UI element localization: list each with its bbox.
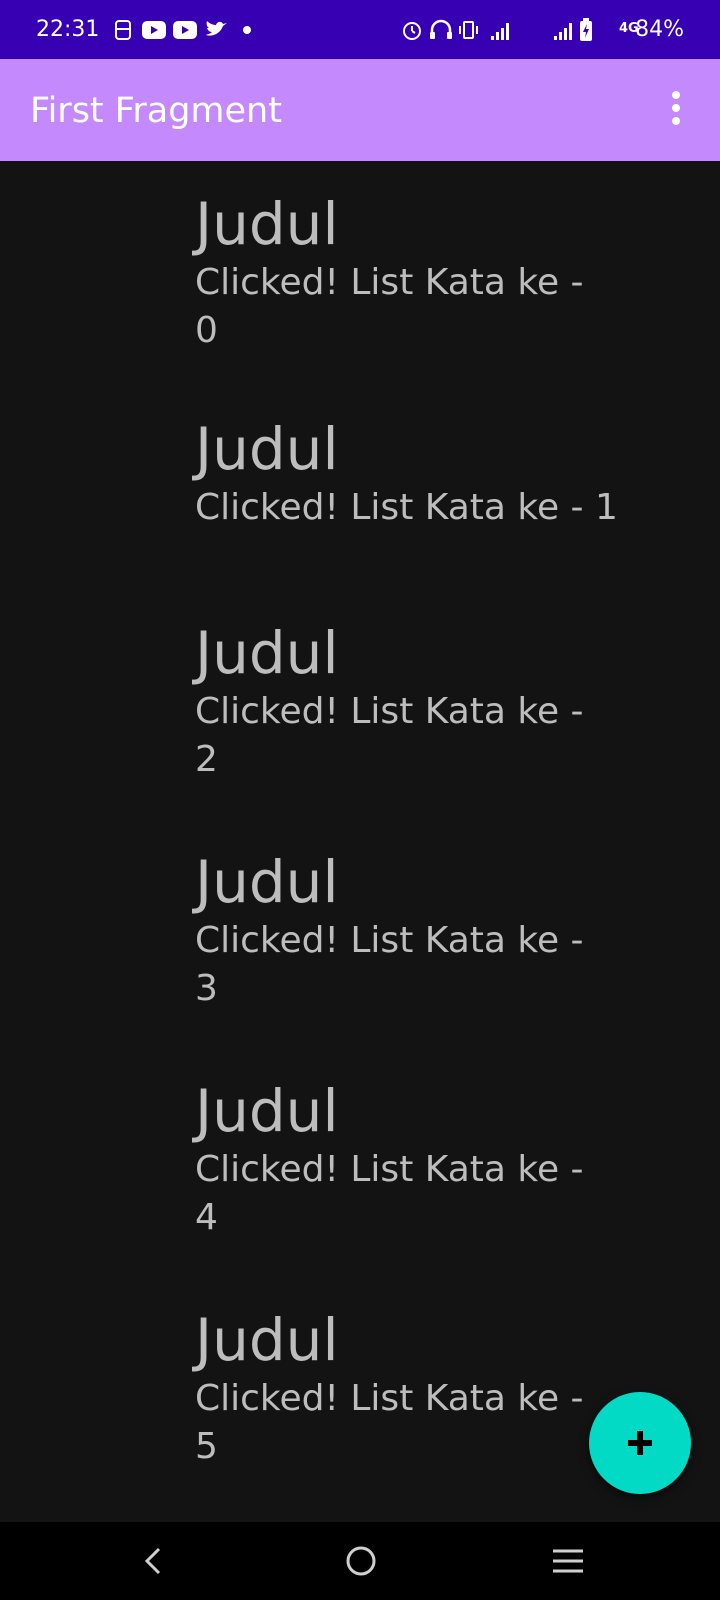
- list-item-subtitle: Clicked! List Kata ke - 0: [195, 262, 584, 351]
- list-item-title: Judul: [195, 1077, 339, 1145]
- list-item-subtitle: Clicked! List Kata ke - 3: [195, 920, 584, 1009]
- list-item-title: Judul: [195, 415, 339, 483]
- recents-button[interactable]: [543, 1536, 593, 1586]
- youtube-icon: [173, 21, 197, 39]
- list-item-title: Judul: [195, 619, 339, 687]
- signal-icon: [491, 23, 509, 40]
- twitter-icon: [206, 21, 227, 36]
- list-item-subtitle: Clicked! List Kata ke - 1: [195, 487, 618, 528]
- status-time: 22:31: [36, 17, 100, 42]
- battery-charging-icon: [580, 18, 592, 41]
- recents-icon: [553, 1549, 583, 1573]
- word-list[interactable]: Judul Clicked! List Kata ke - 0 Judul Cl…: [0, 161, 720, 1522]
- system-nav-bar: [0, 1522, 720, 1600]
- list-item[interactable]: Judul Clicked! List Kata ke - 4: [195, 1076, 720, 1242]
- list-item-title: Judul: [195, 190, 339, 258]
- app-bar: First Fragment: [0, 59, 720, 161]
- list-item-subtitle: Clicked! List Kata ke - 4: [195, 1149, 584, 1238]
- status-bar: 22:31 4G 84%: [0, 0, 720, 59]
- bitmoji-icon: [115, 20, 131, 40]
- dot-icon: [243, 26, 251, 34]
- home-icon: [346, 1546, 376, 1576]
- youtube-icon: [142, 21, 166, 39]
- list-item[interactable]: Judul Clicked! List Kata ke - 1: [195, 414, 720, 532]
- notification-icons: [114, 18, 264, 42]
- alarm-icon: [403, 22, 421, 40]
- list-item[interactable]: Judul Clicked! List Kata ke - 2: [195, 618, 720, 784]
- vibrate-icon: [459, 21, 478, 39]
- list-item[interactable]: Judul Clicked! List Kata ke - 3: [195, 847, 720, 1013]
- list-item-title: Judul: [195, 1306, 339, 1374]
- signal-icon: [554, 23, 572, 40]
- home-button[interactable]: [336, 1536, 386, 1586]
- add-fab-button[interactable]: [589, 1392, 691, 1494]
- battery-percentage: 84%: [635, 17, 684, 42]
- headphones-icon: [430, 19, 452, 39]
- back-icon: [144, 1547, 161, 1575]
- more-vert-icon[interactable]: [666, 91, 686, 129]
- list-item-subtitle: Clicked! List Kata ke - 2: [195, 691, 584, 780]
- system-status-icons: 4G 84%: [400, 16, 720, 44]
- app-title: First Fragment: [30, 91, 282, 131]
- list-item[interactable]: Judul Clicked! List Kata ke - 0: [195, 189, 720, 355]
- plus-icon: [628, 1431, 652, 1455]
- list-item-title: Judul: [195, 848, 339, 916]
- back-button[interactable]: [127, 1536, 177, 1586]
